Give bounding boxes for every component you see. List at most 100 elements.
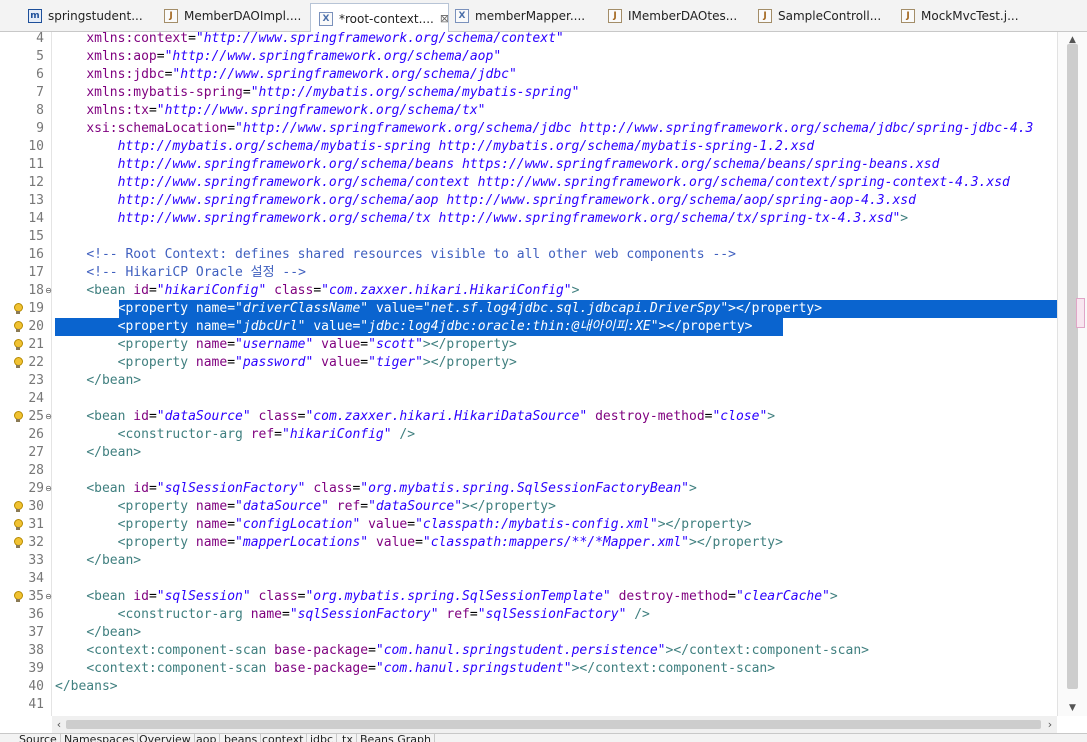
code-line[interactable]: 8 xmlns:tx="http://www.springframework.o… [0,102,1057,120]
lightbulb-icon[interactable] [13,537,23,549]
code-line[interactable]: 29 ⊖ <bean id="sqlSessionFactory" class="… [0,480,1057,498]
code-token: "sqlSession" [156,589,251,604]
horizontal-scrollbar[interactable]: ‹ › [52,716,1057,733]
code-line[interactable]: 27 </bean> [0,444,1057,462]
page-tab-namespaces[interactable]: Namespaces [61,734,139,742]
editor-tab[interactable]: J SampleControll... [750,3,893,29]
editor-tab[interactable]: J MemberDAOImpl.... [156,3,310,29]
code-line[interactable]: 36 <constructor-arg name="sqlSessionFact… [0,606,1057,624]
code-line[interactable]: 11 http://www.springframework.org/schema… [0,156,1057,174]
page-tab-overview[interactable]: Overview [136,734,195,742]
page-tab-context[interactable]: context [259,734,308,742]
line-number: 27 [28,445,44,460]
code-line[interactable]: 7 xmlns:mybatis-spring="http://mybatis.o… [0,84,1057,102]
code-line[interactable]: 23 </bean> [0,372,1057,390]
code-line[interactable]: 16 <!-- Root Context: defines shared res… [0,246,1057,264]
code-line[interactable]: 19 <property name="driverClassName" valu… [0,300,1057,318]
code-line[interactable]: 28 [0,462,1057,480]
code-line[interactable]: 35 ⊖ <bean id="sqlSession" class="org.myb… [0,588,1057,606]
code-line[interactable]: 20 <property name="jdbcUrl" value="jdbc:… [0,318,1057,336]
xml-source-editor[interactable]: 4 xmlns:context="http://www.springframew… [0,32,1057,716]
fold-toggle-icon[interactable]: ⊖ [44,484,53,493]
code-line[interactable]: 5 xmlns:aop="http://www.springframework.… [0,48,1057,66]
editor-tab[interactable]: XmemberMapper.... [447,3,600,29]
page-tab-tx[interactable]: tx [339,734,357,742]
code-line[interactable]: 40 </beans> [0,678,1057,696]
code-line[interactable]: 34 [0,570,1057,588]
code-line[interactable]: 18 ⊖ <bean id="hikariConfig" class="com.z… [0,282,1057,300]
code-token: = [227,535,236,550]
code-line[interactable]: 37 </bean> [0,624,1057,642]
java-file-icon: J [608,9,622,23]
horizontal-scroll-thumb[interactable] [66,720,1041,729]
code-token: <constructor-arg [117,427,251,442]
code-line[interactable]: 31 <property name="configLocation" value… [0,516,1057,534]
lightbulb-icon[interactable] [13,501,23,513]
vertical-scrollbar[interactable]: ▲ ▼ [1057,32,1087,716]
code-line[interactable]: 13 http://www.springframework.org/schema… [0,192,1057,210]
code-token: = [274,427,282,442]
page-tab-jdbc[interactable]: jdbc [307,734,338,742]
lightbulb-icon[interactable] [13,357,23,369]
code-line[interactable]: 22 <property name="password" value="tige… [0,354,1057,372]
lightbulb-icon[interactable] [13,321,23,333]
lightbulb-icon[interactable] [13,591,23,603]
code-line[interactable]: 25 ⊖ <bean id="dataSource" class="com.zax… [0,408,1057,426]
fold-toggle-icon[interactable]: ⊖ [44,286,53,295]
scroll-right-icon[interactable]: › [1043,716,1057,733]
page-tab-aop[interactable]: aop [193,734,221,742]
lightbulb-icon[interactable] [13,339,23,351]
code-line[interactable]: 14 http://www.springframework.org/schema… [0,210,1057,228]
line-number: 7 [36,85,44,100]
lightbulb-icon[interactable] [13,411,23,423]
lightbulb-icon[interactable] [13,519,23,531]
code-line[interactable]: 17 <!-- HikariCP Oracle 설정 --> [0,264,1057,282]
code-text: <constructor-arg name="sqlSessionFactory… [55,606,650,624]
code-line[interactable]: 39 <context:component-scan base-package=… [0,660,1057,678]
editor-tab-label: MemberDAOImpl.... [184,9,302,23]
code-line[interactable]: 15 [0,228,1057,246]
code-text: <property name="username" value="scott">… [55,336,517,354]
code-line[interactable]: 26 <constructor-arg ref="hikariConfig" /… [0,426,1057,444]
code-token: "clearCache" [735,589,830,604]
code-text: <property name="driverClassName" value="… [55,300,822,318]
code-token: value [368,517,408,532]
page-tab-source[interactable]: Source [16,734,61,742]
code-line[interactable]: 30 <property name="dataSource" ref="data… [0,498,1057,516]
editor-tab[interactable]: X *root-context.... ⊠ [310,3,449,33]
code-line[interactable]: 10 http://mybatis.org/schema/mybatis-spr… [0,138,1057,156]
editor-tab[interactable]: J IMemberDAOtes... [600,3,750,29]
editor-tab[interactable]: m springstudent... [20,3,156,29]
line-number: 34 [28,571,44,586]
fold-toggle-icon[interactable]: ⊖ [44,412,53,421]
code-line[interactable]: 32 <property name="mapperLocations" valu… [0,534,1057,552]
code-line[interactable]: 12 http://www.springframework.org/schema… [0,174,1057,192]
fold-toggle-icon[interactable]: ⊖ [44,592,53,601]
code-token: id [133,589,149,604]
code-token: <bean [86,589,134,604]
vertical-scroll-thumb[interactable] [1067,44,1078,689]
code-line[interactable]: 24 [0,390,1057,408]
overview-ruler-marker[interactable] [1076,298,1085,328]
code-line[interactable]: 21 <property name="username" value="scot… [0,336,1057,354]
code-text: xmlns:aop="http://www.springframework.or… [55,48,501,66]
code-token: "hikariConfig" [282,427,392,442]
scroll-down-icon[interactable]: ▼ [1058,700,1087,716]
code-line[interactable]: 6 xmlns:jdbc="http://www.springframework… [0,66,1057,84]
code-line[interactable]: 4 xmlns:context="http://www.springframew… [0,32,1057,48]
lightbulb-icon[interactable] [13,303,23,315]
page-tab-beans[interactable]: beans [221,734,262,742]
code-token: <bean [86,409,134,424]
scroll-left-icon[interactable]: ‹ [52,716,66,733]
code-line[interactable]: 9 xsi:schemaLocation="http://www.springf… [0,120,1057,138]
code-line[interactable]: 38 <context:component-scan base-package=… [0,642,1057,660]
editor-tab[interactable]: J MockMvcTest.j... [893,3,1043,29]
page-tab-beans-graph[interactable]: Beans Graph [357,734,435,742]
code-token: "org.mybatis.spring.SqlSessionTemplate" [305,589,611,604]
code-line[interactable]: 33 </bean> [0,552,1057,570]
code-token: </bean> [86,373,142,388]
code-line[interactable]: 41 [0,696,1057,714]
